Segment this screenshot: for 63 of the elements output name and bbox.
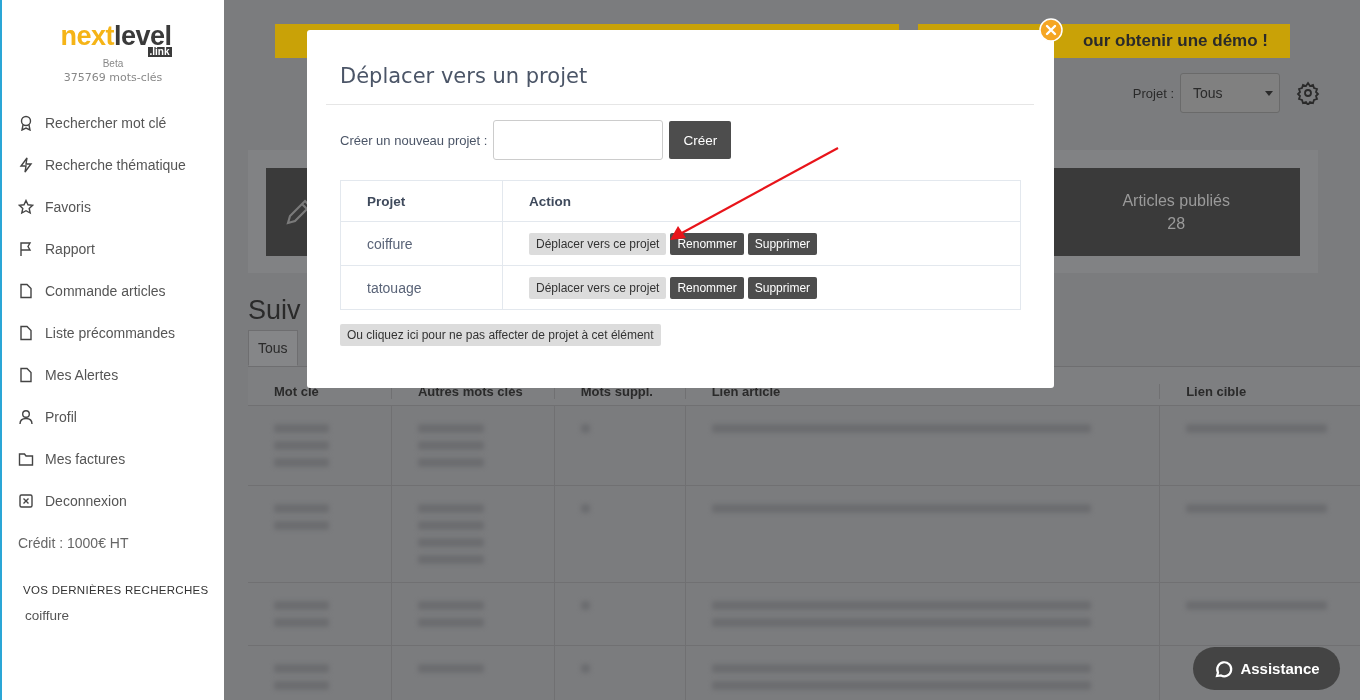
sidebar-item-label: Mes Alertes [45, 367, 119, 383]
project-label: Projet : [1132, 85, 1174, 101]
sidebar-item[interactable]: Recherche thématique [2, 144, 186, 186]
delete-button[interactable]: Supprimer [747, 276, 818, 299]
star-icon [18, 199, 34, 215]
document-icon [18, 325, 34, 341]
rename-button[interactable]: Renommer [670, 276, 744, 299]
lightning-icon [18, 157, 34, 173]
modal-title: Déplacer vers un projet [326, 64, 1034, 105]
section-heading: Suiv [248, 295, 302, 326]
recent-search-link[interactable]: coiffure [25, 608, 70, 623]
stat-label: Articles publiés [1122, 191, 1230, 210]
sidebar-item[interactable]: Deconnexion [2, 480, 186, 522]
move-button[interactable]: Déplacer vers ce projet [529, 232, 667, 255]
caret-icon [1265, 90, 1273, 96]
column-header: Projet [340, 180, 503, 222]
sidebar-item-label: Rapport [45, 241, 95, 257]
logo: nextlevel .link [60, 22, 172, 58]
assistance-button[interactable]: Assistance [1193, 647, 1340, 690]
sidebar-item-label: Recherche thématique [45, 157, 186, 173]
close-icon [18, 493, 34, 509]
column-header: Action [502, 180, 1021, 222]
sidebar-item[interactable]: Rechercher mot clé [2, 102, 186, 144]
move-button[interactable]: Déplacer vers ce projet [529, 276, 667, 299]
chat-icon [1213, 658, 1234, 679]
project-select[interactable]: Tous [1180, 73, 1280, 113]
sidebar-item-label: Profil [45, 409, 77, 425]
delete-button[interactable]: Supprimer [747, 232, 818, 255]
user-icon [18, 409, 34, 425]
no-project-button[interactable]: Ou cliquez ici pour ne pas affecter de projet à cet élément [340, 324, 661, 346]
beta-label: Beta [102, 58, 124, 69]
flag-icon [18, 241, 34, 257]
sidebar-item[interactable]: Rapport [2, 228, 186, 270]
project-name: tatouage [340, 265, 503, 310]
rename-button[interactable]: Renommer [670, 232, 744, 255]
sidebar-item-label: Favoris [45, 199, 91, 215]
sidebar-item[interactable]: Mes factures [2, 438, 186, 480]
sidebar-item[interactable]: Mes Alertes [2, 354, 186, 396]
close-icon[interactable] [1039, 18, 1063, 42]
sidebar-item[interactable]: Favoris [2, 186, 186, 228]
award-icon [18, 115, 34, 131]
folder-icon [18, 451, 34, 467]
document-icon [18, 367, 34, 383]
keyword-count: 375769 mots-clés [63, 71, 163, 84]
settings-icon[interactable] [1296, 81, 1320, 105]
create-label: Créer un nouveau projet : [340, 132, 488, 148]
document-icon [18, 283, 34, 299]
recent-searches-heading: VOS DERNIÈRES RECHERCHES [23, 584, 209, 596]
create-button[interactable]: Créer [669, 121, 732, 159]
sidebar-item-label: Commande articles [45, 283, 166, 299]
sidebar-item[interactable]: Liste précommandes [2, 312, 186, 354]
sidebar-item-label: Rechercher mot clé [45, 115, 167, 131]
stat-value: 28 [1166, 214, 1187, 233]
tab[interactable]: Tous [248, 330, 298, 366]
column-header: Lien cible [1185, 384, 1248, 399]
sidebar-item[interactable]: Profil [2, 396, 186, 438]
credit-text: Crédit : 1000€ HT [18, 534, 129, 553]
sidebar-item-label: Deconnexion [45, 493, 127, 509]
sidebar-item-label: Mes factures [45, 451, 126, 467]
project-name-field[interactable] [493, 120, 664, 160]
project-name: coiffure [340, 221, 503, 266]
sidebar-item[interactable]: Commande articles [2, 270, 186, 312]
sidebar-item-label: Liste précommandes [45, 325, 175, 341]
